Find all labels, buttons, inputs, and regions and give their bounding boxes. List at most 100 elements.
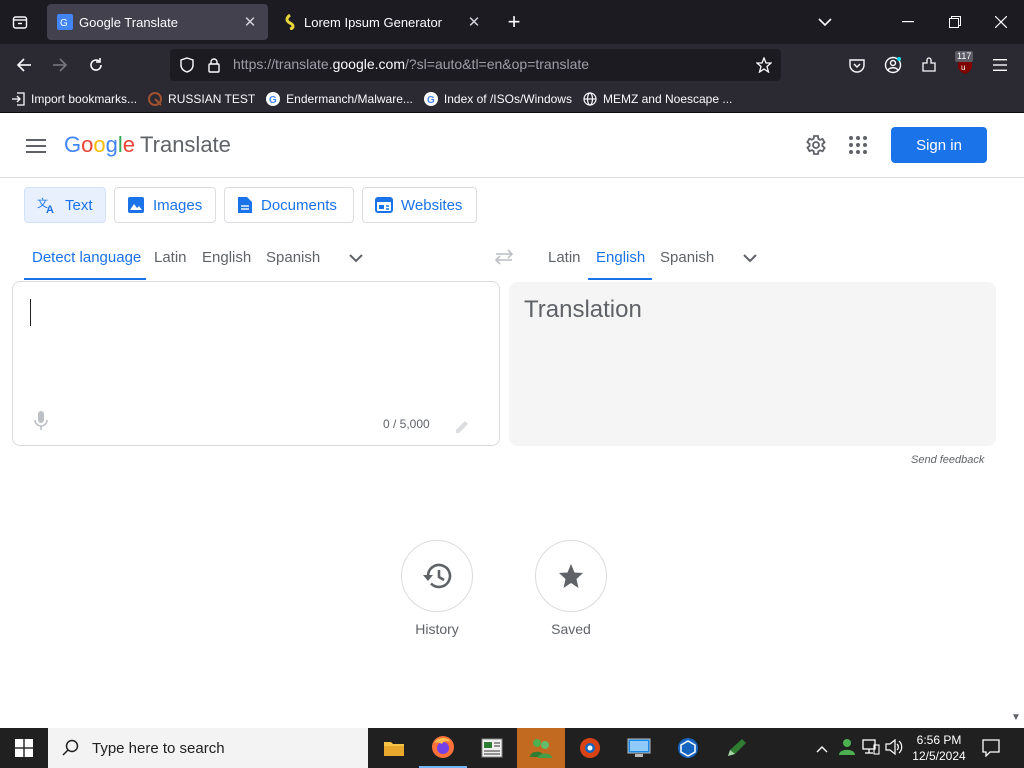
pencil-icon[interactable] bbox=[454, 419, 470, 440]
url-bar[interactable]: https://translate.google.com/?sl=auto&tl… bbox=[170, 49, 781, 81]
svg-text:G: G bbox=[60, 18, 68, 29]
search-placeholder: Type here to search bbox=[92, 739, 225, 757]
settings-gear-icon[interactable] bbox=[803, 133, 827, 157]
chevron-down-icon[interactable] bbox=[813, 10, 837, 34]
reload-icon[interactable] bbox=[84, 53, 108, 77]
source-lang-more-chevron-icon[interactable] bbox=[348, 250, 364, 268]
logo-letter: g bbox=[105, 132, 118, 157]
pocket-icon[interactable] bbox=[845, 53, 869, 77]
minimize-icon[interactable] bbox=[896, 10, 920, 34]
computer-icon bbox=[627, 738, 651, 757]
document-icon bbox=[238, 197, 252, 213]
extensions-icon[interactable] bbox=[917, 53, 941, 77]
history-icon bbox=[423, 563, 452, 589]
svg-text:u: u bbox=[961, 63, 965, 72]
mode-websites-button[interactable]: Websites bbox=[362, 187, 477, 223]
windows-taskbar: Type here to search 6:56 PM 12/5/2024 bbox=[0, 728, 1024, 768]
bookmark-star-icon[interactable] bbox=[755, 56, 773, 74]
news-app[interactable] bbox=[468, 728, 516, 768]
bookmark-memz[interactable]: MEMZ and Noescape ... bbox=[582, 91, 732, 107]
tab-title: Google Translate bbox=[79, 14, 179, 30]
scrollbar-down-arrow-icon[interactable]: ▼ bbox=[1011, 712, 1021, 723]
bookmark-russian-test[interactable]: RUSSIAN TEST bbox=[147, 91, 255, 107]
tab-list-icon[interactable] bbox=[8, 10, 32, 34]
pen-app[interactable] bbox=[713, 728, 761, 768]
clock-date: 12/5/2024 bbox=[912, 749, 966, 763]
import-icon bbox=[10, 91, 26, 107]
browser-app[interactable] bbox=[566, 728, 614, 768]
send-feedback-link[interactable]: Send feedback bbox=[911, 454, 984, 466]
bookmarks-toolbar: Import bookmarks... RUSSIAN TEST G Ender… bbox=[0, 86, 1024, 113]
google-translate-logo[interactable]: Google Translate bbox=[64, 132, 231, 158]
google-favicon: G bbox=[265, 91, 281, 107]
google-translate-favicon: G bbox=[57, 14, 73, 30]
active-app[interactable] bbox=[517, 728, 565, 768]
taskbar-search-box[interactable]: Type here to search bbox=[48, 728, 368, 768]
target-lang-latin[interactable]: Latin bbox=[548, 249, 581, 266]
firefox-app[interactable] bbox=[419, 728, 467, 768]
network-icon bbox=[678, 738, 698, 758]
svg-text:A: A bbox=[46, 204, 54, 215]
mode-label: Text bbox=[65, 196, 93, 214]
bookmark-label: Endermanch/Malware... bbox=[286, 92, 413, 106]
tray-network-icon[interactable] bbox=[862, 739, 880, 760]
tab-lorem-ipsum[interactable]: Lorem Ipsum Generator ✕ bbox=[272, 4, 492, 40]
lock-icon[interactable] bbox=[205, 56, 223, 74]
computer-app[interactable] bbox=[615, 728, 663, 768]
tray-people-icon[interactable] bbox=[838, 738, 856, 761]
apps-grid-icon[interactable] bbox=[849, 136, 867, 154]
sign-in-button[interactable]: Sign in bbox=[891, 127, 987, 163]
bookmark-import[interactable]: Import bookmarks... bbox=[10, 91, 137, 107]
network-app[interactable] bbox=[664, 728, 712, 768]
tab-title: Lorem Ipsum Generator bbox=[304, 14, 443, 30]
forward-icon[interactable] bbox=[48, 53, 72, 77]
character-count: 0 / 5,000 bbox=[383, 417, 430, 431]
account-icon[interactable] bbox=[881, 53, 905, 77]
source-lang-detect[interactable]: Detect language bbox=[32, 249, 141, 266]
source-text-area[interactable]: 0 / 5,000 bbox=[12, 281, 500, 446]
image-icon bbox=[128, 197, 144, 213]
taskbar-clock[interactable]: 6:56 PM 12/5/2024 bbox=[906, 732, 972, 764]
close-icon[interactable]: ✕ bbox=[462, 10, 486, 34]
url-text[interactable]: https://translate.google.com/?sl=auto&tl… bbox=[233, 56, 589, 72]
target-lang-english[interactable]: English bbox=[596, 249, 645, 266]
bookmark-endermanch[interactable]: G Endermanch/Malware... bbox=[265, 91, 413, 107]
file-explorer-app[interactable] bbox=[370, 728, 418, 768]
mode-label: Websites bbox=[401, 196, 463, 214]
globe-icon bbox=[582, 91, 598, 107]
tray-chevron-up-icon[interactable] bbox=[816, 740, 828, 758]
target-lang-more-chevron-icon[interactable] bbox=[742, 250, 758, 268]
swap-languages-icon[interactable] bbox=[494, 249, 514, 270]
target-lang-spanish[interactable]: Spanish bbox=[660, 249, 714, 266]
url-prefix: https://translate. bbox=[233, 56, 333, 72]
new-tab-icon[interactable]: + bbox=[502, 9, 526, 34]
tray-volume-icon[interactable] bbox=[885, 738, 903, 760]
pen-icon bbox=[728, 739, 746, 756]
close-icon[interactable]: ✕ bbox=[238, 10, 262, 34]
window-close-icon[interactable] bbox=[989, 10, 1013, 34]
shield-icon[interactable] bbox=[178, 56, 196, 74]
menu-icon[interactable] bbox=[988, 53, 1012, 77]
tab-google-translate[interactable]: G Google Translate ✕ bbox=[47, 4, 268, 40]
notification-icon[interactable] bbox=[982, 739, 1000, 762]
mode-images-button[interactable]: Images bbox=[114, 187, 216, 223]
bookmark-index-isos[interactable]: G Index of /ISOs/Windows bbox=[423, 91, 572, 107]
microphone-icon[interactable] bbox=[33, 410, 49, 437]
saved-button[interactable] bbox=[535, 540, 607, 612]
translation-placeholder: Translation bbox=[524, 296, 642, 323]
logo-letter: G bbox=[64, 132, 82, 157]
source-lang-latin[interactable]: Latin bbox=[154, 249, 187, 266]
page-header: Google Translate Sign in bbox=[0, 113, 1024, 178]
source-lang-spanish[interactable]: Spanish bbox=[266, 249, 320, 266]
source-lang-english[interactable]: English bbox=[202, 249, 251, 266]
mode-documents-button[interactable]: Documents bbox=[224, 187, 354, 223]
history-button[interactable] bbox=[401, 540, 473, 612]
mode-text-button[interactable]: 文A Text bbox=[24, 187, 106, 223]
translation-output-area: Translation bbox=[509, 282, 996, 446]
hamburger-menu-icon[interactable] bbox=[24, 134, 48, 158]
back-icon[interactable] bbox=[12, 53, 36, 77]
browser-icon bbox=[580, 738, 600, 758]
restore-icon[interactable] bbox=[943, 10, 967, 34]
windows-logo-icon bbox=[15, 739, 33, 757]
start-button[interactable] bbox=[0, 728, 48, 768]
